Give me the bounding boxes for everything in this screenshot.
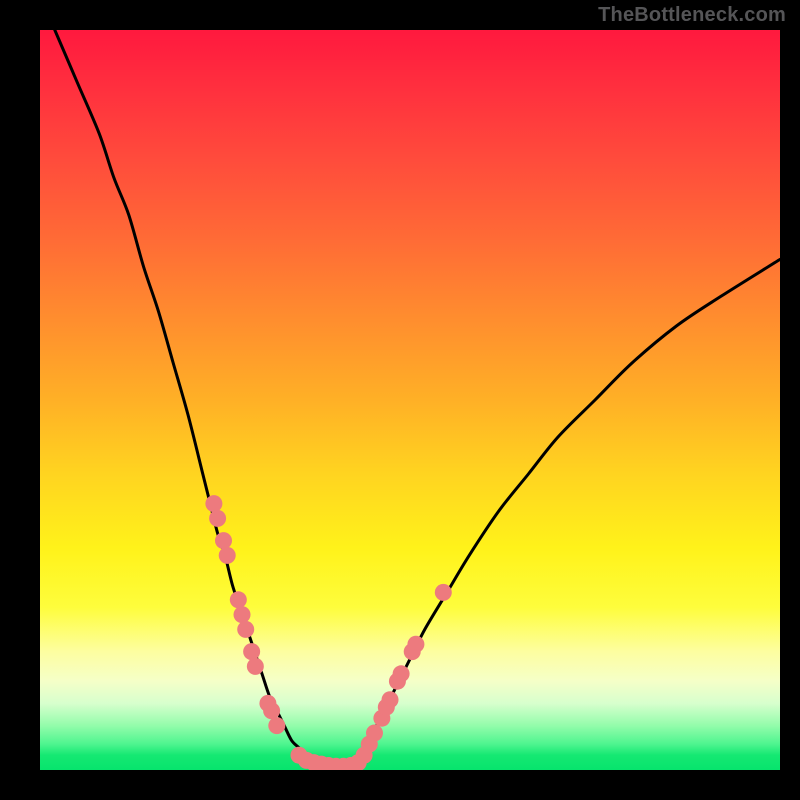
data-point — [215, 532, 232, 549]
data-point — [237, 621, 254, 638]
data-point — [234, 606, 251, 623]
watermark-text: TheBottleneck.com — [598, 4, 786, 27]
data-point — [268, 717, 285, 734]
data-point — [247, 658, 264, 675]
data-point — [263, 702, 280, 719]
data-point — [407, 636, 424, 653]
data-point — [366, 725, 383, 742]
data-point — [205, 495, 222, 512]
highlighted-points — [205, 495, 451, 770]
data-point — [219, 547, 236, 564]
curve-layer — [40, 30, 780, 770]
data-point — [393, 665, 410, 682]
data-point — [382, 691, 399, 708]
plot-area — [40, 30, 780, 770]
data-point — [230, 591, 247, 608]
data-point — [243, 643, 260, 660]
chart-frame: TheBottleneck.com — [0, 0, 800, 800]
data-point — [435, 584, 452, 601]
data-point — [209, 510, 226, 527]
